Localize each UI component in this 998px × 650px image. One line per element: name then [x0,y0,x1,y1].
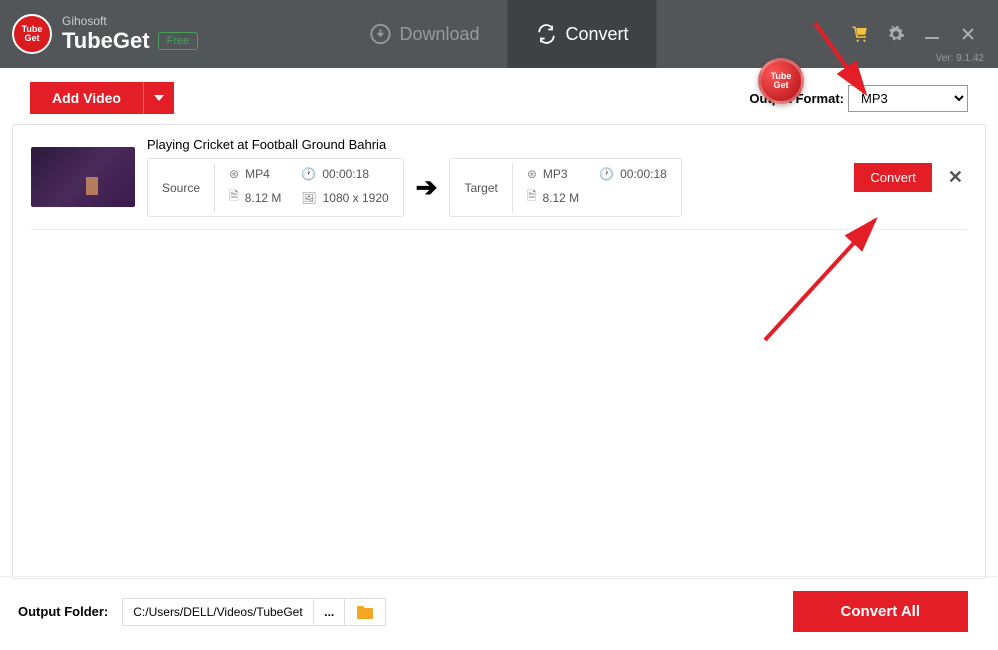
target-format: ⊛MP3 [527,167,579,181]
file-icon: 🗎 [527,187,537,208]
item-body: Playing Cricket at Football Ground Bahri… [147,137,842,217]
video-thumbnail [31,147,135,207]
film-icon: ⊛ [527,167,537,181]
add-video-button[interactable]: Add Video [30,82,143,114]
brand-product-row: TubeGet Free [62,28,198,54]
item-details: Source ⊛MP4 🕐00:00:18 🗎8.12 M 🖼1080 x 19… [147,158,842,217]
tab-convert-label: Convert [566,24,629,45]
convert-all-button[interactable]: Convert All [793,591,968,632]
convert-icon [536,23,558,45]
nav-tabs: Download Convert [341,0,656,68]
clock-icon: 🕐 [301,167,316,181]
output-folder-path: C:/Users/DELL/Videos/TubeGet [123,599,313,625]
content-area: Playing Cricket at Football Ground Bahri… [12,124,986,579]
tab-convert[interactable]: Convert [508,0,657,68]
source-box: Source ⊛MP4 🕐00:00:18 🗎8.12 M 🖼1080 x 19… [147,158,404,217]
brand-company: Gihosoft [62,14,198,28]
gear-icon [887,25,905,43]
source-format: ⊛MP4 [229,167,281,181]
add-video-group: Add Video [30,82,174,114]
free-badge: Free [158,32,199,50]
target-label: Target [450,163,512,213]
cart-icon [851,25,869,43]
footer: Output Folder: C:/Users/DELL/Videos/Tube… [0,576,998,650]
image-icon: 🖼 [301,191,316,205]
tab-download[interactable]: Download [341,0,507,68]
folder-group: C:/Users/DELL/Videos/TubeGet ... [122,598,386,626]
settings-button[interactable] [878,16,914,52]
header-controls [842,16,986,52]
output-format-select[interactable]: MP3 [848,85,968,112]
folder-browse-button[interactable]: ... [313,599,344,625]
app-header: Tube Get Gihosoft TubeGet Free Download … [0,0,998,68]
folder-icon [357,605,373,619]
remove-item-button[interactable]: ✕ [944,163,967,192]
target-duration: 🕐00:00:18 [599,167,667,181]
close-icon [961,27,975,41]
target-box: Target ⊛MP3 🕐00:00:18 🗎8.12 M [449,158,681,217]
brand-product: TubeGet [62,28,150,54]
cart-button[interactable] [842,16,878,52]
source-label: Source [148,163,215,213]
app-logo: Tube Get [12,14,52,54]
toolbar: Add Video Output Format: MP3 [0,68,998,124]
target-grid: ⊛MP3 🕐00:00:18 🗎8.12 M [513,159,681,216]
conversion-item: Playing Cricket at Football Ground Bahri… [31,125,967,230]
target-empty [599,187,667,208]
clock-icon: 🕐 [599,167,614,181]
tubeget-badge[interactable]: Tube Get [758,58,804,104]
source-duration: 🕐00:00:18 [301,167,388,181]
target-size: 🗎8.12 M [527,187,579,208]
chevron-down-icon [154,95,164,101]
file-icon: 🗎 [229,187,239,208]
source-grid: ⊛MP4 🕐00:00:18 🗎8.12 M 🖼1080 x 1920 [215,159,403,216]
close-button[interactable] [950,16,986,52]
open-folder-button[interactable] [344,599,385,625]
film-icon: ⊛ [229,167,239,181]
add-video-dropdown[interactable] [143,82,174,114]
minimize-icon [925,27,939,41]
download-icon [369,23,391,45]
convert-button[interactable]: Convert [854,163,932,192]
source-size: 🗎8.12 M [229,187,281,208]
logo-text: Tube Get [22,25,43,43]
item-title: Playing Cricket at Football Ground Bahri… [147,137,842,152]
version-label: Ver: 9.1.42 [936,53,984,64]
minimize-button[interactable] [914,16,950,52]
arrow-right-icon: ➔ [416,172,438,203]
output-folder-label: Output Folder: [18,604,108,619]
source-resolution: 🖼1080 x 1920 [301,187,388,208]
tubeget-badge-text: Tube Get [771,72,792,90]
tab-download-label: Download [399,24,479,45]
brand-block: Gihosoft TubeGet Free [62,14,198,54]
